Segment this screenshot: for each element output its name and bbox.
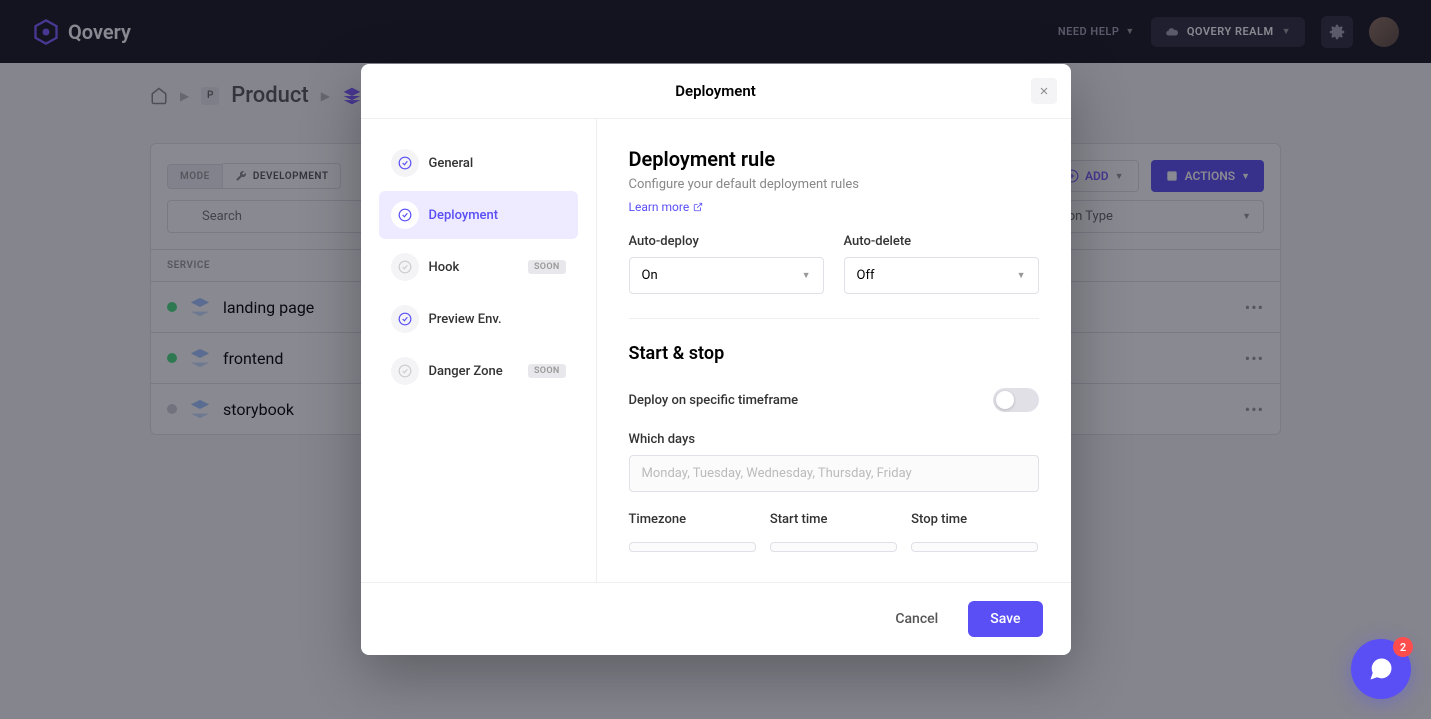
- soon-badge: SOON: [528, 260, 565, 274]
- chat-button[interactable]: 2: [1351, 639, 1411, 699]
- timezone-input[interactable]: [629, 542, 756, 552]
- timeframe-toggle[interactable]: [993, 388, 1039, 412]
- stop-time-input[interactable]: [911, 542, 1038, 552]
- save-button[interactable]: Save: [968, 601, 1042, 637]
- timezone-label: Timezone: [629, 512, 756, 527]
- close-button[interactable]: [1031, 78, 1057, 104]
- auto-delete-select[interactable]: Off ▼: [844, 257, 1039, 294]
- sidebar-item-deployment[interactable]: Deployment: [379, 191, 578, 239]
- modal-overlay: Deployment General Deployment: [0, 0, 1431, 719]
- chat-badge: 2: [1393, 637, 1413, 657]
- modal-footer: Cancel Save: [361, 582, 1071, 655]
- cancel-button[interactable]: Cancel: [877, 601, 956, 637]
- modal-header: Deployment: [361, 64, 1071, 119]
- chat-icon: [1367, 655, 1395, 683]
- check-circle-icon: [391, 149, 419, 177]
- auto-delete-label: Auto-delete: [844, 234, 1039, 249]
- check-circle-icon: [391, 305, 419, 333]
- start-time-label: Start time: [770, 512, 897, 527]
- deployment-modal: Deployment General Deployment: [361, 64, 1071, 655]
- divider: [629, 318, 1039, 319]
- timeframe-label: Deploy on specific timeframe: [629, 393, 799, 408]
- learn-more-link[interactable]: Learn more: [629, 200, 704, 214]
- check-circle-icon: [391, 253, 419, 281]
- auto-deploy-select[interactable]: On ▼: [629, 257, 824, 294]
- stop-time-label: Stop time: [911, 512, 1038, 527]
- which-days-input[interactable]: [629, 455, 1039, 492]
- sidebar-item-general[interactable]: General: [379, 139, 578, 187]
- external-link-icon: [693, 202, 703, 212]
- check-circle-icon: [391, 201, 419, 229]
- start-time-input[interactable]: [770, 542, 897, 552]
- check-circle-icon: [391, 357, 419, 385]
- section-title: Deployment rule: [629, 147, 1039, 171]
- soon-badge: SOON: [528, 364, 565, 378]
- sidebar-item-hook[interactable]: Hook SOON: [379, 243, 578, 291]
- modal-sidebar: General Deployment Hook SOON: [361, 119, 597, 582]
- auto-deploy-label: Auto-deploy: [629, 234, 824, 249]
- section-subtitle: Configure your default deployment rules: [629, 177, 1039, 192]
- chevron-down-icon: ▼: [1017, 270, 1026, 281]
- modal-title: Deployment: [675, 82, 756, 100]
- chevron-down-icon: ▼: [802, 270, 811, 281]
- which-days-label: Which days: [629, 432, 1039, 447]
- start-stop-title: Start & stop: [629, 343, 1039, 364]
- close-icon: [1038, 85, 1050, 97]
- sidebar-item-danger[interactable]: Danger Zone SOON: [379, 347, 578, 395]
- sidebar-item-preview[interactable]: Preview Env.: [379, 295, 578, 343]
- modal-content: Deployment rule Configure your default d…: [597, 119, 1071, 582]
- toggle-knob: [996, 391, 1014, 409]
